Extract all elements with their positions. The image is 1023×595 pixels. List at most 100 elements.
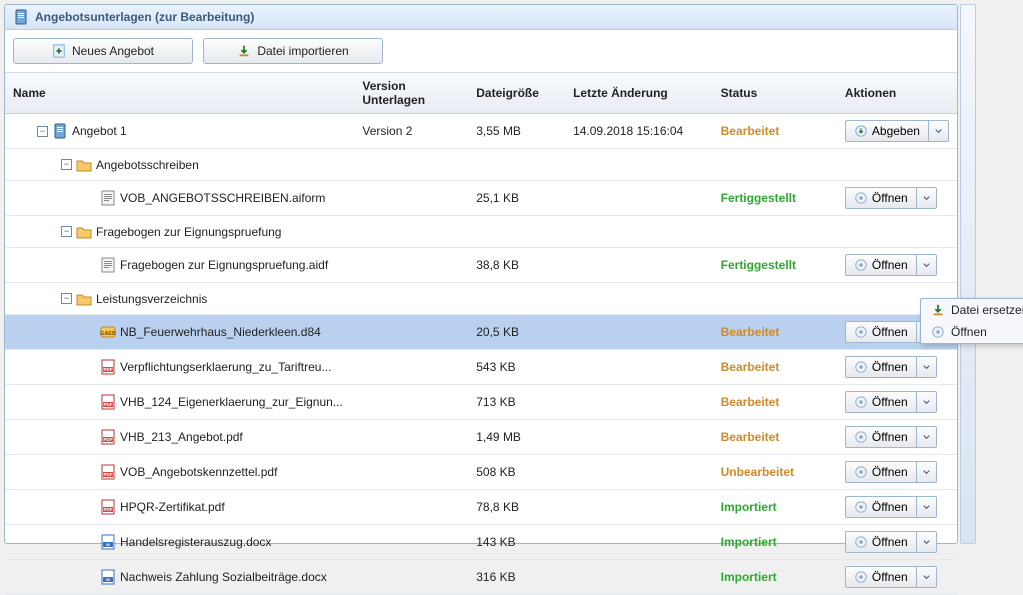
row-name: HPQR-Zertifikat.pdf (120, 500, 225, 514)
submit-button[interactable]: Abgeben (845, 120, 929, 142)
cell-size: 25,1 KB (468, 181, 565, 216)
collapse-toggle[interactable]: − (61, 159, 72, 170)
cell-version (354, 248, 468, 283)
menu-replace-file[interactable]: Datei ersetzen (921, 299, 1023, 321)
table-row[interactable]: Handelsregisterauszug.docx143 KBImportie… (5, 525, 957, 560)
pdf-icon (100, 429, 116, 445)
open-button[interactable]: Öffnen (845, 254, 917, 276)
open-button[interactable]: Öffnen (845, 461, 917, 483)
new-offer-button[interactable]: Neues Angebot (13, 38, 193, 64)
chevron-down-icon (923, 397, 930, 407)
table-row[interactable]: Verpflichtungserklaerung_zu_Tariftreu...… (5, 350, 957, 385)
cell-actions: Öffnen (837, 420, 957, 455)
open-button[interactable]: Öffnen (845, 356, 917, 378)
cell-version (354, 420, 468, 455)
toolbar: Neues Angebot Datei importieren (5, 30, 957, 73)
cell-size: 713 KB (468, 385, 565, 420)
cell-size: 508 KB (468, 455, 565, 490)
cell-actions: Öffnen (837, 490, 957, 525)
form-icon (100, 257, 116, 273)
action-dropdown-button[interactable] (917, 496, 937, 518)
cell-actions: Öffnen (837, 455, 957, 490)
open-button[interactable]: Öffnen (845, 426, 917, 448)
table-row[interactable]: −Leistungsverzeichnis (5, 283, 957, 315)
table-row[interactable]: VOB_Angebotskennzettel.pdf508 KBUnbearbe… (5, 455, 957, 490)
panel-icon (13, 9, 29, 25)
action-dropdown-button[interactable] (917, 356, 937, 378)
table-row[interactable]: −Fragebogen zur Eignungspruefung (5, 216, 957, 248)
open-label: Öffnen (872, 258, 908, 272)
row-name: VOB_ANGEBOTSSCHREIBEN.aiform (120, 191, 325, 205)
table-row[interactable]: VHB_124_Eigenerklaerung_zur_Eignun...713… (5, 385, 957, 420)
open-button[interactable]: Öffnen (845, 321, 917, 343)
open-label: Öffnen (872, 500, 908, 514)
open-label: Öffnen (872, 360, 908, 374)
open-label: Öffnen (872, 535, 908, 549)
cell-actions: Öffnen (837, 385, 957, 420)
cell-actions: Öffnen (837, 525, 957, 560)
action-dropdown-button[interactable] (917, 254, 937, 276)
action-dropdown-button[interactable] (917, 566, 937, 588)
cell-modified (565, 216, 713, 248)
table-row[interactable]: Fragebogen zur Eignungspruefung.aidf38,8… (5, 248, 957, 283)
col-name[interactable]: Name (5, 73, 354, 114)
table-row[interactable]: Nachweis Zahlung Sozialbeiträge.docx316 … (5, 560, 957, 595)
cell-version (354, 181, 468, 216)
open-icon (854, 535, 868, 549)
col-size[interactable]: Dateigröße (468, 73, 565, 114)
row-name: NB_Feuerwehrhaus_Niederkleen.d84 (120, 325, 321, 339)
open-button[interactable]: Öffnen (845, 187, 917, 209)
col-status[interactable]: Status (713, 73, 837, 114)
menu-open-label: Öffnen (951, 325, 987, 339)
table-row[interactable]: VHB_213_Angebot.pdf1,49 MBBearbeitetÖffn… (5, 420, 957, 455)
gaeb-icon (100, 324, 116, 340)
table-row[interactable]: NB_Feuerwehrhaus_Niederkleen.d8420,5 KBB… (5, 315, 957, 350)
cell-status: Fertiggestellt (713, 248, 837, 283)
table-row[interactable]: VOB_ANGEBOTSSCHREIBEN.aiform25,1 KBFerti… (5, 181, 957, 216)
action-dropdown-button[interactable] (917, 531, 937, 553)
table-row[interactable]: −Angebotsschreiben (5, 149, 957, 181)
panel-title-text: Angebotsunterlagen (zur Bearbeitung) (35, 10, 254, 24)
table-row[interactable]: −Angebot 1Version 23,55 MB14.09.2018 15:… (5, 114, 957, 149)
table-header-row: Name Version Unterlagen Dateigröße Letzt… (5, 73, 957, 114)
table-row[interactable]: HPQR-Zertifikat.pdf78,8 KBImportiertÖffn… (5, 490, 957, 525)
cell-status: Bearbeitet (713, 114, 837, 149)
action-dropdown-button[interactable] (929, 120, 949, 142)
collapse-toggle[interactable]: − (37, 126, 48, 137)
cell-actions: Abgeben (837, 114, 957, 149)
action-dropdown-button[interactable] (917, 391, 937, 413)
cell-version (354, 149, 468, 181)
cell-version (354, 315, 468, 350)
action-dropdown-button[interactable] (917, 461, 937, 483)
col-version[interactable]: Version Unterlagen (354, 73, 468, 114)
cell-size (468, 149, 565, 181)
cell-status (713, 283, 837, 315)
col-actions[interactable]: Aktionen (837, 73, 957, 114)
cell-status: Bearbeitet (713, 315, 837, 350)
collapse-toggle[interactable]: − (61, 293, 72, 304)
action-dropdown-button[interactable] (917, 187, 937, 209)
cell-modified (565, 490, 713, 525)
chevron-down-icon (923, 362, 930, 372)
cell-size: 316 KB (468, 560, 565, 595)
cell-status: Bearbeitet (713, 420, 837, 455)
open-button[interactable]: Öffnen (845, 531, 917, 553)
import-icon (237, 44, 251, 58)
cell-modified (565, 455, 713, 490)
open-label: Öffnen (872, 325, 908, 339)
open-button[interactable]: Öffnen (845, 391, 917, 413)
cell-actions: Öffnen (837, 560, 957, 595)
open-icon (854, 465, 868, 479)
col-modified[interactable]: Letzte Änderung (565, 73, 713, 114)
collapse-toggle[interactable]: − (61, 226, 72, 237)
menu-open-file[interactable]: Öffnen (921, 321, 1023, 343)
import-file-button[interactable]: Datei importieren (203, 38, 383, 64)
open-button[interactable]: Öffnen (845, 496, 917, 518)
open-icon (854, 360, 868, 374)
cell-status: Bearbeitet (713, 350, 837, 385)
panel-header: Angebotsunterlagen (zur Bearbeitung) (5, 5, 957, 30)
pdf-icon (100, 359, 116, 375)
open-button[interactable]: Öffnen (845, 566, 917, 588)
open-icon (854, 570, 868, 584)
action-dropdown-button[interactable] (917, 426, 937, 448)
